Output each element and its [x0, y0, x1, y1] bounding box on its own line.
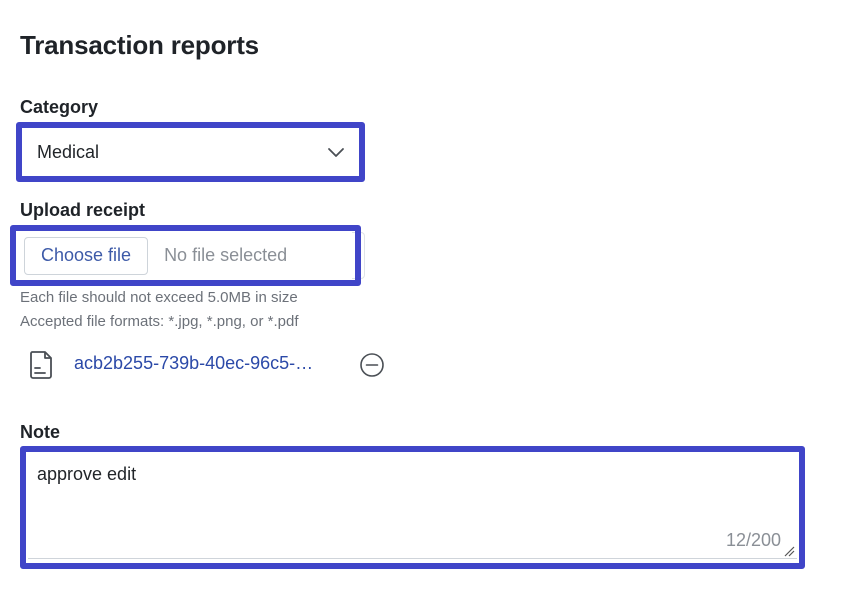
upload-help-formats: Accepted file formats: *.jpg, *.png, or … [20, 313, 299, 330]
category-select-control[interactable]: Medical [22, 128, 359, 176]
upload-status-text: No file selected [164, 245, 288, 265]
file-icon [30, 351, 52, 379]
minus-circle-icon[interactable] [359, 352, 385, 378]
note-textarea[interactable]: approve edit [37, 464, 777, 544]
page-title: Transaction reports [20, 30, 259, 60]
category-selected-value: Medical [37, 141, 100, 162]
upload-receipt-label: Upload receipt [20, 200, 146, 220]
category-label: Category [20, 97, 99, 117]
upload-receipt-input[interactable]: Choose file No file selected [10, 225, 361, 286]
note-char-counter: 12/200 [725, 530, 781, 550]
choose-file-button[interactable]: Choose file [24, 236, 149, 275]
note-label: Note [20, 422, 60, 442]
resize-handle-icon[interactable] [783, 545, 795, 557]
upload-help-size: Each file should not exceed 5.0MB in siz… [20, 289, 298, 306]
chevron-down-icon [328, 148, 344, 157]
note-underline [28, 558, 797, 559]
attachment-file-link[interactable]: acb2b255-739b-40ec-96c5-… [74, 353, 313, 374]
category-select[interactable]: Medical [16, 122, 365, 182]
note-field[interactable]: approve edit 12/200 [20, 446, 805, 569]
